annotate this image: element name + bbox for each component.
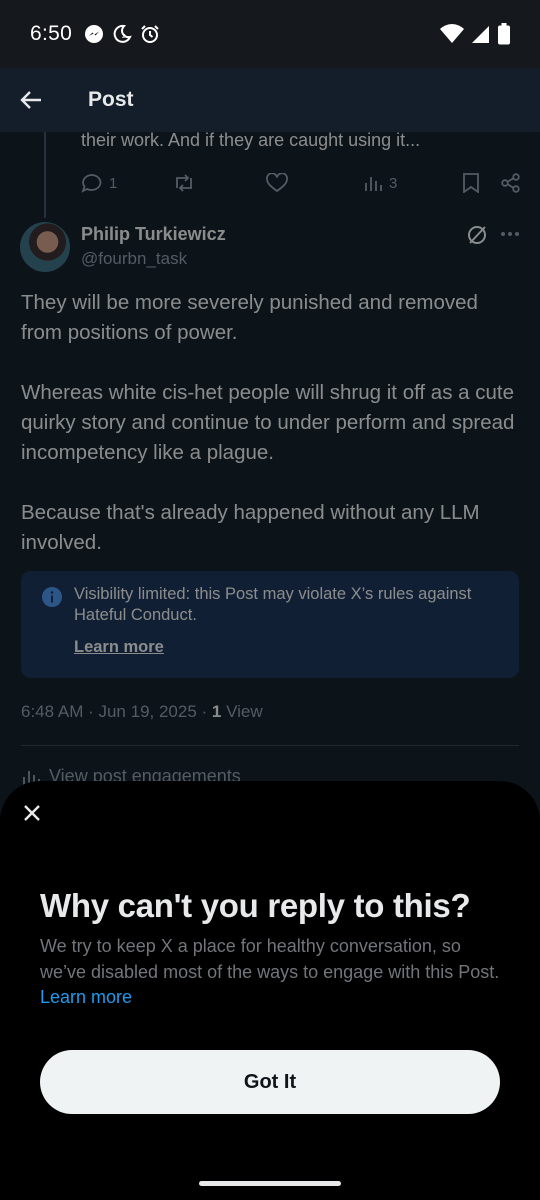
post-views-label: View [221, 702, 263, 721]
heart-icon [266, 173, 289, 193]
post-views-number: 1 [211, 702, 222, 721]
status-time: 6:50 [30, 22, 73, 45]
sheet-description: We try to keep X a place for healthy con… [40, 934, 500, 1011]
share-action[interactable] [501, 173, 521, 193]
close-icon[interactable] [20, 801, 44, 825]
info-icon [42, 587, 62, 607]
grok-icon[interactable] [466, 224, 488, 246]
sheet-description-text: We try to keep X a place for healthy con… [40, 936, 500, 982]
author-handle[interactable]: @fourbn_task [81, 249, 187, 269]
status-bar: 6:50 z [0, 0, 540, 68]
like-action[interactable] [266, 173, 363, 193]
repost-action[interactable] [172, 173, 267, 193]
previous-post-actions: 1 3 [81, 168, 521, 198]
views-action[interactable]: 3 [363, 173, 462, 193]
more-options-icon[interactable] [500, 224, 520, 244]
share-icon [501, 173, 520, 193]
battery-icon [498, 23, 510, 45]
post-timestamp: 6:48 AM · Jun 19, 2025 · [21, 702, 212, 721]
author-name[interactable]: Philip Turkiewicz [81, 224, 226, 245]
page-title: Post [88, 88, 134, 111]
previous-post-text[interactable]: their work. And if they are caught using… [81, 130, 420, 151]
post-metadata: 6:48 AM · Jun 19, 2025 · 1 View [21, 702, 263, 722]
top-bar: Post [0, 68, 540, 132]
sheet-heading: Why can't you reply to this? [40, 887, 471, 924]
wifi-icon [440, 24, 464, 43]
notice-text: Visibility limited: this Post may violat… [74, 585, 472, 624]
post-author: Philip Turkiewicz @fourbn_task [20, 222, 520, 278]
notice-learn-more-link[interactable]: Learn more [74, 638, 164, 657]
avatar[interactable] [20, 222, 70, 272]
view-count: 3 [388, 174, 398, 192]
repost-icon [175, 174, 192, 192]
bookmark-action[interactable] [462, 173, 501, 193]
messenger-icon [85, 25, 104, 43]
post-paragraph: Because that's already happened without … [21, 501, 480, 554]
visibility-notice: Visibility limited: this Post may violat… [21, 571, 519, 678]
home-indicator[interactable] [199, 1181, 341, 1186]
svg-text:z: z [122, 33, 126, 40]
got-it-button[interactable]: Got It [40, 1050, 500, 1114]
bookmark-icon [462, 173, 479, 193]
alarm-icon [141, 25, 159, 43]
analytics-icon [365, 177, 382, 191]
reply-action[interactable]: 1 [81, 173, 172, 193]
post-paragraph: Whereas white cis-het people will shrug … [21, 381, 515, 464]
thread-line [44, 132, 46, 218]
reply-restriction-sheet: Why can't you reply to this? We try to k… [0, 781, 540, 1200]
do-not-disturb-moon-icon: z [113, 24, 132, 43]
back-arrow-icon[interactable] [20, 90, 42, 110]
post-body: They will be more severely punished and … [21, 288, 521, 588]
cell-signal-icon [472, 26, 489, 43]
post-paragraph: They will be more severely punished and … [21, 291, 478, 344]
divider [21, 745, 519, 746]
reply-count: 1 [109, 174, 118, 192]
reply-icon [81, 174, 102, 193]
sheet-learn-more-link[interactable]: Learn more [40, 987, 132, 1007]
